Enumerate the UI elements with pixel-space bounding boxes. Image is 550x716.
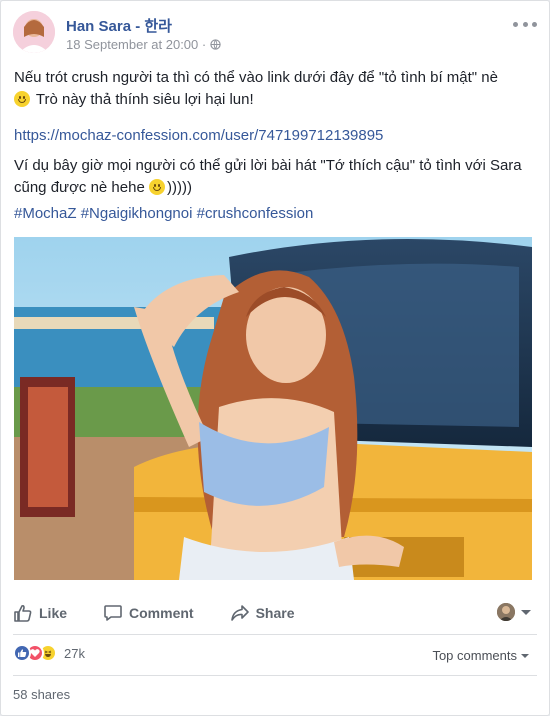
viewer-avatar [497,603,515,621]
like-label: Like [39,605,68,621]
post-as-selector[interactable] [497,603,531,621]
comment-label: Comment [129,605,194,621]
post-paragraph-2: Ví dụ bây giờ mọi người có thể gửi lời b… [14,157,522,196]
hashtags[interactable]: #MochaZ #Ngaigikhongnoi #crushconfession [14,203,534,225]
comment-sort-label: Top comments [432,648,517,663]
divider [13,675,537,676]
post-meta: 18 September at 20:00 · [66,37,221,52]
author-name[interactable]: Han Sara - 한라 [66,15,172,36]
share-arrow-icon [230,605,249,621]
post-actions: Like Comment Share [13,597,537,629]
confession-link[interactable]: https://mochaz-confession.com/user/74719… [14,125,534,147]
shares-count[interactable]: 58 shares [13,687,70,702]
globe-icon[interactable] [210,39,221,50]
author-avatar[interactable] [13,11,55,53]
smiley-icon [14,91,30,107]
chevron-down-icon [521,609,531,615]
post-paragraph-1: Nếu trót crush người ta thì có thể vào l… [14,69,498,108]
share-label: Share [255,605,295,621]
reactions-summary[interactable]: 27k [13,644,85,662]
more-options-button[interactable] [513,17,537,31]
reaction-count: 27k [64,645,85,661]
thumbs-up-icon [14,604,32,622]
smiley-icon [148,179,165,195]
comment-sort-dropdown[interactable]: Top comments [432,648,529,663]
like-button[interactable]: Like [13,603,67,623]
feed-post: Han Sara - 한라 18 September at 20:00 · Nế… [0,0,550,716]
comment-button[interactable]: Comment [103,603,194,623]
chevron-down-icon [521,653,529,658]
post-timestamp[interactable]: 18 September at 20:00 · [66,37,206,52]
share-button[interactable]: Share [230,603,295,623]
post-text: Nếu trót crush người ta thì có thể vào l… [14,67,534,225]
post-header: Han Sara - 한라 18 September at 20:00 · [13,11,537,61]
like-reaction-icon [13,644,31,662]
divider [13,634,537,635]
post-photo[interactable] [14,237,532,580]
comment-icon [104,605,122,621]
